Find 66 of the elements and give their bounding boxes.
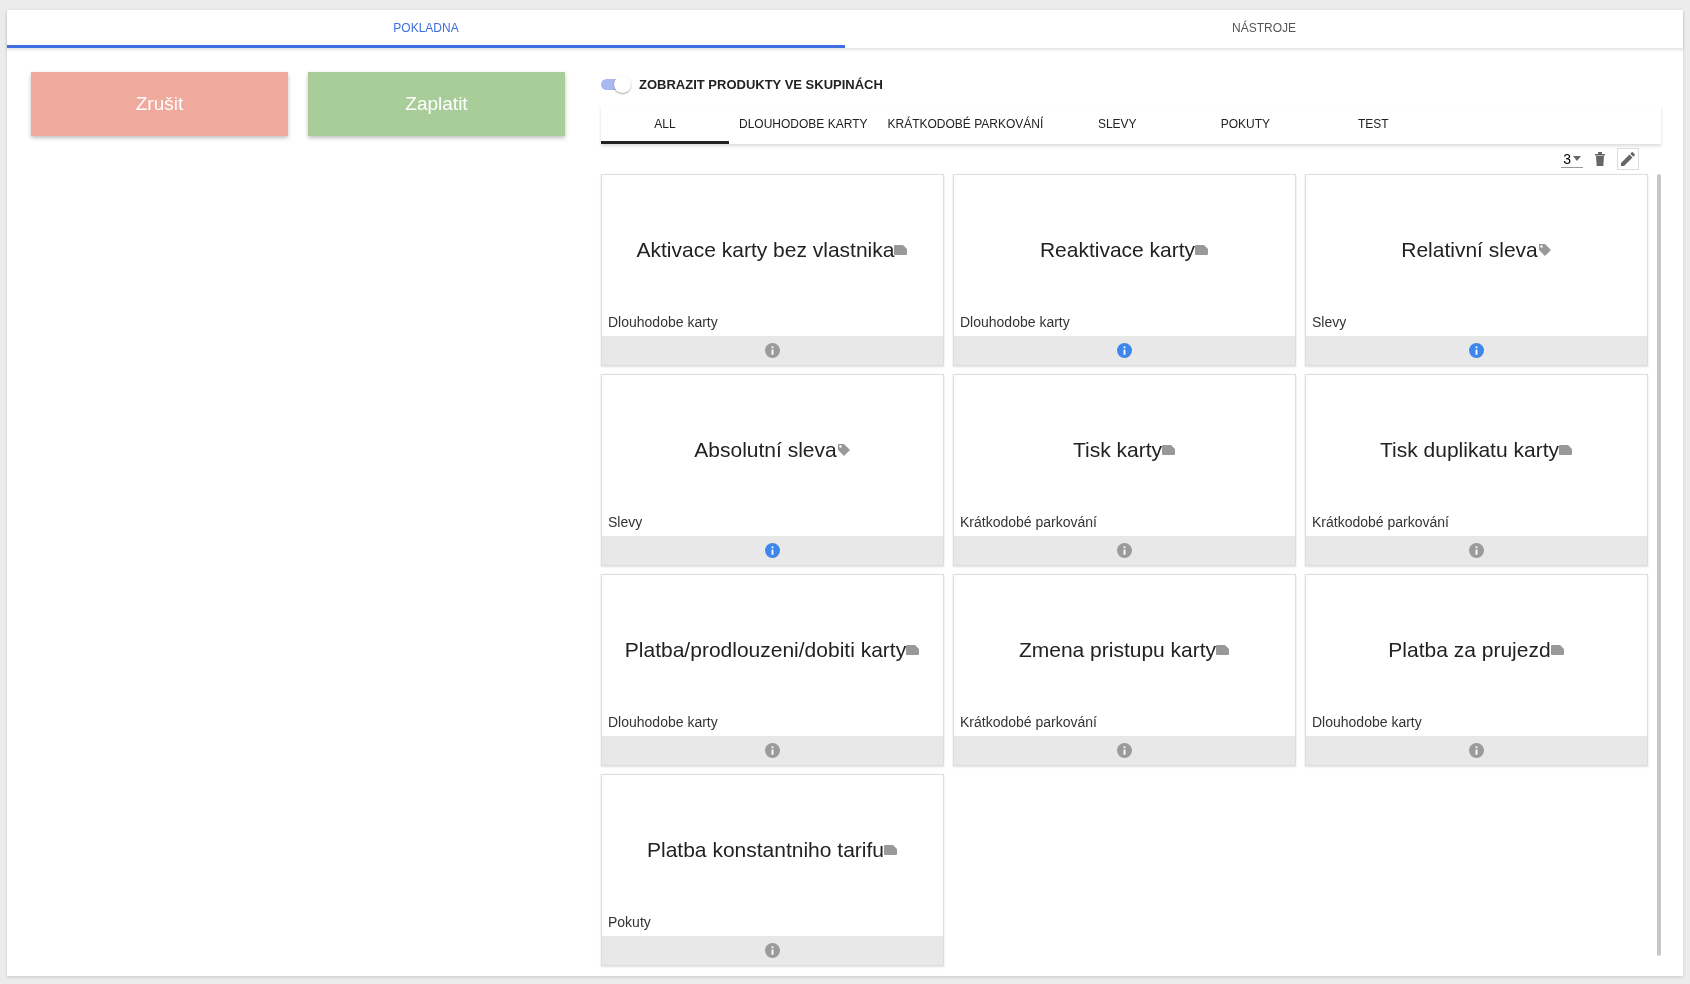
info-icon[interactable] <box>1469 743 1484 758</box>
info-icon[interactable] <box>765 743 780 758</box>
card-icon <box>894 244 909 255</box>
tag-icon <box>1537 242 1552 257</box>
info-icon[interactable] <box>1117 743 1132 758</box>
pencil-icon <box>1621 152 1635 166</box>
product-card[interactable]: Absolutní sleva Slevy <box>601 374 944 566</box>
main-tab[interactable]: POKLADNA <box>7 10 845 48</box>
product-name: Tisk duplikatu karty <box>1380 437 1559 462</box>
category-tab[interactable]: KRÁTKODOBÉ PARKOVÁNÍ <box>877 106 1054 144</box>
info-icon[interactable] <box>1469 543 1484 558</box>
info-icon[interactable] <box>765 343 780 358</box>
product-category: Dlouhodobe karty <box>959 314 1071 332</box>
product-category: Dlouhodobe karty <box>607 714 719 732</box>
product-card[interactable]: Tisk duplikatu karty Krátkodobé parkování <box>1305 374 1648 566</box>
product-card[interactable]: Platba za prujezd Dlouhodobe karty <box>1305 574 1648 766</box>
product-name: Aktivace karty bez vlastnika <box>636 237 895 262</box>
card-icon <box>1195 244 1210 255</box>
card-icon <box>1216 644 1231 655</box>
product-category: Krátkodobé parkování <box>959 514 1098 532</box>
caret-icon <box>1573 156 1581 161</box>
toggle-label: ZOBRAZIT PRODUKTY VE SKUPINÁCH <box>639 76 883 92</box>
product-category: Slevy <box>1311 314 1348 332</box>
product-name: Platba za prujezd <box>1388 637 1551 662</box>
toggle-switch[interactable] <box>601 77 631 91</box>
card-icon <box>884 844 898 855</box>
product-name: Tisk karty <box>1072 437 1163 462</box>
card-icon <box>1558 444 1573 455</box>
category-tab[interactable]: DLOUHODOBE KARTY <box>729 106 878 144</box>
category-tab[interactable]: POKUTY <box>1181 106 1310 144</box>
product-name: Platba/prodlouzeni/dobiti karty <box>624 637 907 662</box>
info-icon[interactable] <box>765 943 780 958</box>
info-icon[interactable] <box>1117 543 1132 558</box>
product-category: Dlouhodobe karty <box>1311 714 1423 732</box>
product-category: Pokuty <box>607 914 652 932</box>
product-card[interactable]: Tisk karty Krátkodobé parkování <box>953 374 1296 566</box>
scrollbar[interactable] <box>1657 174 1661 956</box>
trash-icon <box>1594 152 1606 166</box>
columns-select[interactable]: 3 <box>1561 150 1583 168</box>
main-tab[interactable]: NÁSTROJE <box>845 10 1683 48</box>
tag-icon <box>836 442 851 457</box>
product-card[interactable]: Reaktivace karty Dlouhodobe karty <box>953 174 1296 366</box>
category-tab[interactable]: ALL <box>601 106 729 144</box>
product-name: Platba konstantniho tarifu <box>647 837 884 862</box>
edit-button[interactable] <box>1617 148 1639 170</box>
product-card[interactable]: Aktivace karty bez vlastnika Dlouhodobe karty <box>601 174 944 366</box>
product-card[interactable]: Platba konstantniho tarifu Pokuty <box>601 774 944 966</box>
card-icon <box>906 644 921 655</box>
category-tab[interactable]: SLEVY <box>1053 106 1182 144</box>
info-icon[interactable] <box>1469 343 1484 358</box>
product-card[interactable]: Zmena pristupu karty Krátkodobé parkování <box>953 574 1296 766</box>
product-category: Dlouhodobe karty <box>607 314 719 332</box>
product-category: Slevy <box>607 514 644 532</box>
product-name: Zmena pristupu karty <box>1018 637 1217 662</box>
category-tab[interactable]: TEST <box>1309 106 1438 144</box>
product-category: Krátkodobé parkování <box>1311 514 1450 532</box>
product-card[interactable]: Relativní sleva Slevy <box>1305 174 1648 366</box>
info-icon[interactable] <box>765 543 780 558</box>
product-card[interactable]: Platba/prodlouzeni/dobiti karty Dlouhodobe karty <box>601 574 944 766</box>
product-name: Reaktivace karty <box>1039 237 1196 262</box>
info-icon[interactable] <box>1117 343 1132 358</box>
product-category: Krátkodobé parkování <box>959 714 1098 732</box>
product-name: Absolutní sleva <box>694 437 837 462</box>
card-icon <box>1162 444 1177 455</box>
card-icon <box>1550 644 1565 655</box>
product-name: Relativní sleva <box>1401 237 1538 262</box>
